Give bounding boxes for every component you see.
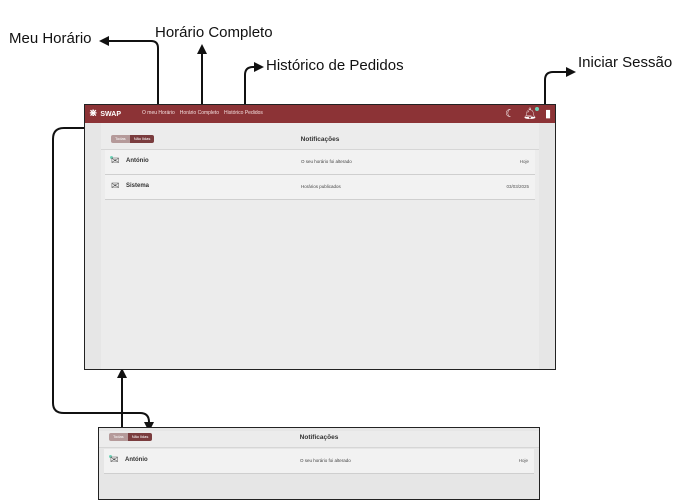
notification-date: Hoje bbox=[519, 159, 529, 164]
bell-badge bbox=[534, 107, 539, 111]
arrow-my-schedule bbox=[99, 36, 159, 108]
nav-full-schedule[interactable]: Horário Completo bbox=[180, 110, 219, 116]
notifications-panel: Todas Não lidas Notificações ✉ António O… bbox=[101, 123, 539, 369]
notification-row[interactable]: ✉ Sistema Horários publicados 03/03/2025 bbox=[105, 175, 535, 200]
notification-sender: Sistema bbox=[126, 183, 150, 189]
notification-sender: António bbox=[125, 457, 148, 463]
notification-message: Horários publicados bbox=[301, 184, 341, 189]
envelope-icon: ✉ bbox=[110, 455, 119, 466]
envelope-icon: ✉ bbox=[111, 156, 120, 167]
nav-icons: ☾ 🔔︎ ▮ bbox=[505, 107, 551, 121]
bell-icon[interactable]: 🔔︎ bbox=[523, 107, 539, 121]
notifications-title: Notificações bbox=[299, 434, 339, 441]
callout-login: Iniciar Sessão bbox=[578, 54, 673, 71]
navbar: ⋇ SWAP O meu Horário Horário Completo Hi… bbox=[85, 105, 555, 123]
notification-message: O seu horário foi alterado bbox=[301, 159, 352, 164]
arrow-order-history bbox=[244, 62, 264, 108]
nav-links: O meu Horário Horário Completo Histórico… bbox=[142, 110, 263, 116]
app-window: ⋇ SWAP O meu Horário Horário Completo Hi… bbox=[84, 104, 556, 370]
nav-my-schedule[interactable]: O meu Horário bbox=[142, 110, 175, 116]
brand-name: SWAP bbox=[100, 110, 122, 118]
brand-logo[interactable]: ⋇ SWAP bbox=[89, 107, 121, 121]
arrow-login bbox=[544, 67, 576, 108]
notification-date: Hoje bbox=[518, 458, 528, 463]
notifications-header: Todas Não lidas Notificações bbox=[99, 431, 539, 448]
notifications-title: Notificações bbox=[300, 136, 340, 143]
nav-order-history[interactable]: Histórico Pedidos bbox=[224, 110, 263, 116]
moon-icon[interactable]: ☾ bbox=[505, 107, 515, 121]
notification-sender: António bbox=[126, 158, 149, 164]
notification-row[interactable]: ✉ António O seu horário foi alterado Hoj… bbox=[105, 150, 535, 175]
unread-filter-window: Todas Não lidas Notificações ✉ António O… bbox=[98, 427, 540, 500]
notification-date: 03/03/2025 bbox=[506, 184, 529, 189]
notification-message: O seu horário foi alterado bbox=[300, 458, 351, 463]
envelope-icon: ✉ bbox=[111, 181, 120, 192]
door-icon[interactable]: ▮ bbox=[545, 107, 551, 121]
notifications-header: Todas Não lidas Notificações bbox=[101, 133, 539, 150]
callout-order-history: Histórico de Pedidos bbox=[266, 57, 404, 74]
swap-logo-icon: ⋇ bbox=[89, 108, 98, 119]
callout-my-schedule: Meu Horário bbox=[9, 30, 92, 47]
notification-row[interactable]: ✉ António O seu horário foi alterado Hoj… bbox=[104, 449, 534, 474]
callout-full-schedule: Horário Completo bbox=[155, 24, 273, 41]
